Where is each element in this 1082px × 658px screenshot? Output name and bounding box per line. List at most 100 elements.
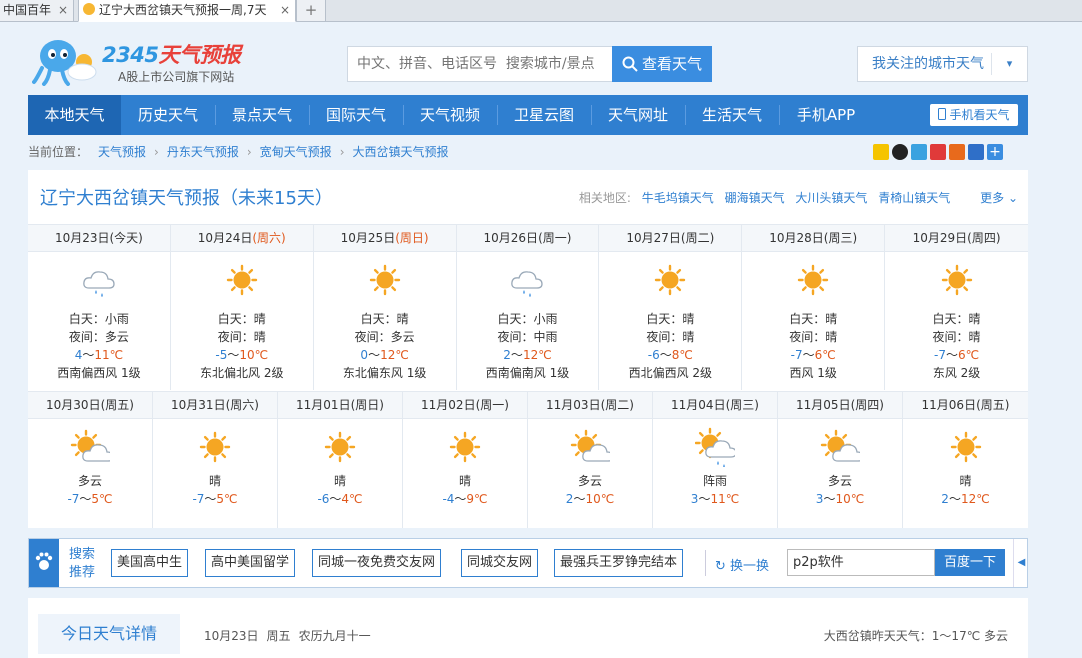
forecast-day-card[interactable]: 11月04日(周三) 阵雨 3～11℃ [653,392,778,528]
refresh-suggestions-button[interactable]: ↻ 换一换 [715,555,769,574]
high-temp: 12℃ [522,348,552,362]
breadcrumb: 当前位置： 天气预报 › 丹东天气预报 › 宽甸天气预报 › 大西岔镇天气预报 [28,143,449,160]
hot-search-chip[interactable]: 最强兵王罗铮完结本 [554,549,684,577]
more-areas-button[interactable]: 更多 ⌄ [980,191,1018,205]
hot-search-chip[interactable]: 同城一夜免费交友网 [312,549,442,577]
mobile-weather-button[interactable]: 手机看天气 [930,104,1018,126]
day-date: 11月04日 [671,398,726,412]
day-date: 10月25日 [340,231,396,245]
day-date-header: 10月23日(今天) [28,225,170,252]
day-date-header: 10月24日(周六) [170,225,313,252]
nav-weather-sites[interactable]: 天气网址 [591,95,685,135]
pengyou-icon[interactable] [911,144,927,160]
qzone-icon[interactable] [873,144,889,160]
high-temp: 10℃ [585,492,615,506]
baidu-search-input[interactable]: p2p软件 [787,549,935,576]
hot-search-chip[interactable]: 美国高中生 [111,549,189,577]
city-search-input[interactable] [347,46,613,82]
day-date: 11月02日 [421,398,476,412]
day-date: 11月05日 [796,398,851,412]
day-condition: 白天：晴 [789,312,838,326]
temp-tilde: ～ [698,492,711,506]
browser-tab[interactable]: 中国百年 × [0,0,74,22]
high-temp: 4℃ [341,492,363,506]
day-date-header: 11月06日(周五) [903,392,1028,419]
new-tab-button[interactable]: + [296,0,326,22]
wind-info: 西南偏西风 1级 [57,366,141,380]
temperature-range: -7～5℃ [28,490,152,508]
forecast-day-card[interactable]: 10月26日(周一) 白天：小雨 夜间：中雨 2～12℃ 西南偏南风 1级 [456,225,600,390]
collapse-arrow-icon[interactable]: ◀ [1013,539,1029,587]
forecast-day-card[interactable]: 10月28日(周三) 白天：晴 夜间：晴 -7～6℃ 西风 1级 [742,225,886,390]
forecast-day-card[interactable]: 11月01日(周日) 晴 -6～4℃ [278,392,403,528]
forecast-day-card[interactable]: 10月25日(周日) 白天：晴 夜间：多云 0～12℃ 东北偏东风 1级 [313,225,457,390]
day-weekday: (周六) [252,231,286,245]
day-weekday: (周四) [967,231,1001,245]
chevron-down-icon[interactable]: ▾ [991,53,1027,75]
forecast-day-card[interactable]: 11月03日(周二) 多云 2～10℃ [528,392,653,528]
search-weather-button[interactable]: 查看天气 [612,46,712,82]
breadcrumb-link[interactable]: 宽甸天气预报 [260,145,332,159]
forecast-day-card[interactable]: 11月06日(周五) 晴 2～12℃ [903,392,1028,528]
more-share-icon[interactable]: + [987,144,1003,160]
related-areas: 相关地区: 牛毛坞镇天气 硼海镇天气 大川头镇天气 青椅山镇天气 更多 ⌄ [579,189,1018,206]
wind-info: 西北偏西风 2级 [628,366,713,380]
nav-scenic-weather[interactable]: 景点天气 [215,95,309,135]
related-area-link[interactable]: 牛毛坞镇天气 [642,191,714,205]
high-temp: 12℃ [960,492,990,506]
close-icon[interactable]: × [280,0,290,21]
renren-icon[interactable] [949,144,965,160]
baidu-icon[interactable] [968,144,984,160]
nav-satellite[interactable]: 卫星云图 [497,95,591,135]
forecast-day-card[interactable]: 10月24日(周六) 白天：晴 夜间：晴 -5～10℃ 东北偏北风 2级 [170,225,314,390]
hot-search-chip[interactable]: 高中美国留学 [205,549,296,577]
day-condition: 多云 [77,474,102,488]
forecast-day-card[interactable]: 11月05日(周四) 多云 3～10℃ [778,392,903,528]
forecast-day-card[interactable]: 10月23日(今天) 白天：小雨 夜间：多云 4～11℃ 西南偏西风 1级 [28,225,171,390]
temp-tilde: ～ [79,492,92,506]
baidu-search-button[interactable]: 百度一下 [935,549,1005,576]
day-date-header: 10月26日(周一) [456,225,599,252]
nav-weather-video[interactable]: 天气视频 [403,95,497,135]
qq-icon[interactable] [892,144,908,160]
high-temp: 5℃ [91,492,113,506]
day-date: 11月01日 [296,398,351,412]
related-area-link[interactable]: 青椅山镇天气 [878,191,950,205]
nav-history-weather[interactable]: 历史天气 [121,95,215,135]
wind-info: 东北偏东风 1级 [342,366,427,380]
day-date-header: 10月30日(周五) [28,392,152,419]
hot-search-chip[interactable]: 同城交友网 [461,549,539,577]
forecast-day-card[interactable]: 11月02日(周一) 晴 -4～9℃ [403,392,528,528]
temperature-range: -6～8℃ [599,346,741,364]
breadcrumb-link[interactable]: 天气预报 [98,145,146,159]
nav-life-weather[interactable]: 生活天气 [685,95,779,135]
related-area-link[interactable]: 硼海镇天气 [725,191,785,205]
site-logo[interactable]: 2345天气预报 A股上市公司旗下网站 [32,36,262,88]
weather-favicon-icon [83,3,95,15]
followed-cities-dropdown[interactable]: 我关注的城市天气 ▾ [857,46,1028,82]
high-temp: 9℃ [466,492,488,506]
refresh-icon: ↻ [715,559,726,574]
forecast-day-card[interactable]: 10月29日(周四) 白天：晴 夜间：晴 -7～6℃ 东风 2级 [885,225,1028,390]
forecast-week-2: 10月30日(周五) 多云 -7～5℃ 10月31日(周六) 晴 -7～5℃ 11月01日(… [28,391,1028,528]
nav-local-weather[interactable]: 本地天气 [28,95,121,135]
followed-cities-label: 我关注的城市天气 [872,56,984,72]
temperature-range: 2～10℃ [528,490,652,508]
close-icon[interactable]: × [58,0,68,21]
nav-mobile-app[interactable]: 手机APP [779,95,873,135]
related-area-link[interactable]: 大川头镇天气 [795,191,867,205]
day-date: 10月30日 [46,398,101,412]
forecast-day-card[interactable]: 10月31日(周六) 晴 -7～5℃ [153,392,278,528]
tab-today-detail[interactable]: 今日天气详情 [38,614,180,654]
nav-international-weather[interactable]: 国际天气 [309,95,403,135]
forecast-day-card[interactable]: 10月27日(周二) 白天：晴 夜间：晴 -6～8℃ 西北偏西风 2级 [599,225,743,390]
browser-tab-active[interactable]: 辽宁大西岔镇天气预报一周,7天 × [78,0,296,22]
weibo-icon[interactable] [930,144,946,160]
breadcrumb-current[interactable]: 大西岔镇天气预报 [353,145,449,159]
temp-tilde: ～ [368,348,381,362]
day-condition: 晴 [458,474,471,488]
night-condition: 夜间：多云 [354,330,415,344]
forecast-day-card[interactable]: 10月30日(周五) 多云 -7～5℃ [28,392,153,528]
low-temp: -5 [215,348,228,362]
breadcrumb-link[interactable]: 丹东天气预报 [167,145,239,159]
